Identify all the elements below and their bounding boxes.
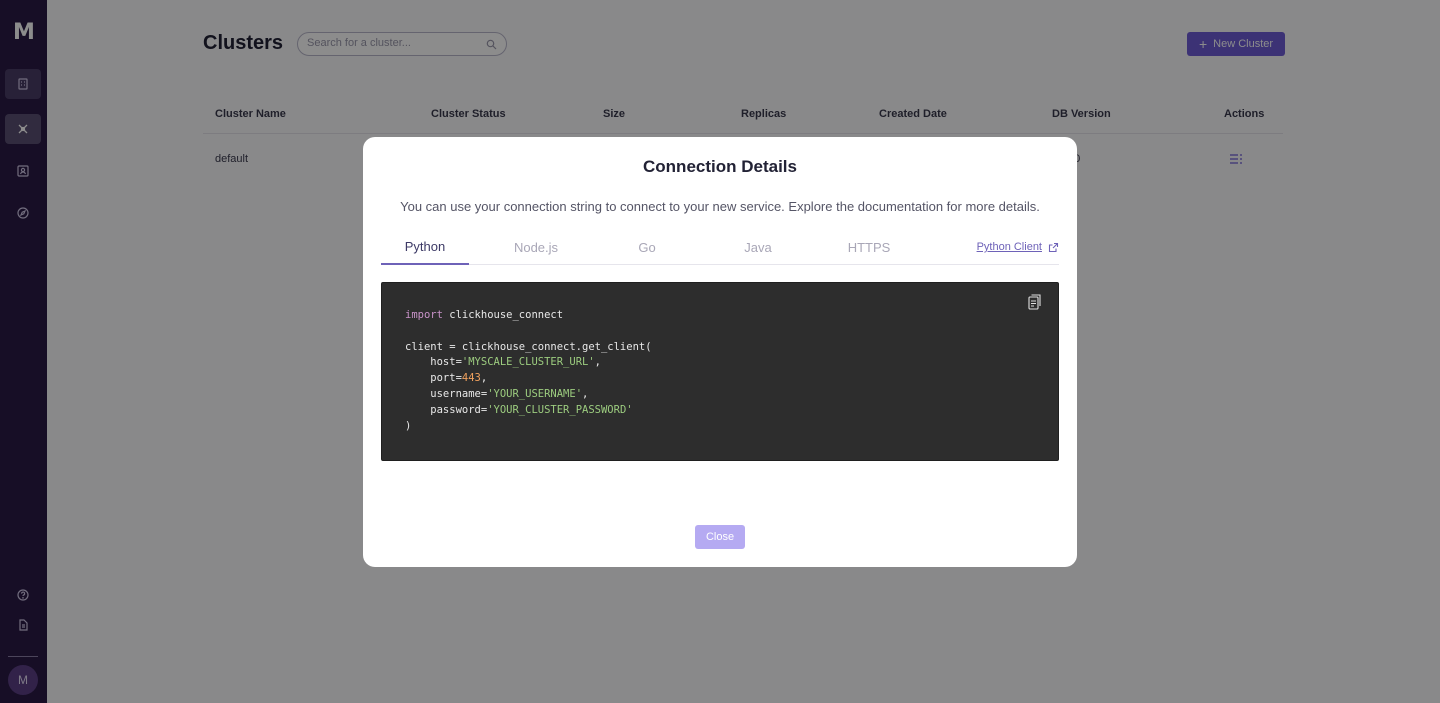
modal-description: You can use your connection string to co… xyxy=(400,199,1040,214)
external-link-icon xyxy=(1048,242,1059,252)
close-button[interactable]: Close xyxy=(695,525,745,549)
code-text: username= xyxy=(405,387,488,400)
python-client-link[interactable]: Python Client xyxy=(977,229,1059,265)
code-number: 443 xyxy=(461,372,481,385)
code-string: 'YOUR_CLUSTER_PASSWORD' xyxy=(487,403,633,416)
code-snippet: import clickhouse_connect client = click… xyxy=(405,309,652,432)
tab-https[interactable]: HTTPS xyxy=(825,229,913,265)
code-text: clickhouse_connect xyxy=(442,309,564,321)
tab-python[interactable]: Python xyxy=(381,229,469,265)
code-block: import clickhouse_connect client = click… xyxy=(381,282,1059,461)
tab-nodejs[interactable]: Node.js xyxy=(492,229,580,265)
tab-java[interactable]: Java xyxy=(714,229,802,265)
connection-details-modal: Connection Details You can use your conn… xyxy=(363,137,1077,567)
code-string: 'YOUR_USERNAME' xyxy=(487,387,583,400)
python-client-label: Python Client xyxy=(976,241,1042,253)
code-string: 'MYSCALE_CLUSTER_URL' xyxy=(461,356,595,369)
code-text: password= xyxy=(405,403,488,416)
code-text: host= xyxy=(405,356,462,369)
code-text: client = clickhouse_connect.get_client( xyxy=(405,340,652,353)
modal-title: Connection Details xyxy=(643,157,797,176)
tab-go[interactable]: Go xyxy=(603,229,691,265)
code-text: ) xyxy=(405,419,412,432)
code-text: port= xyxy=(405,372,462,385)
language-tabs: Python Node.js Go Java HTTPS Python Clie… xyxy=(381,229,1059,265)
copy-icon[interactable] xyxy=(1028,294,1041,310)
code-keyword: import xyxy=(405,309,443,321)
